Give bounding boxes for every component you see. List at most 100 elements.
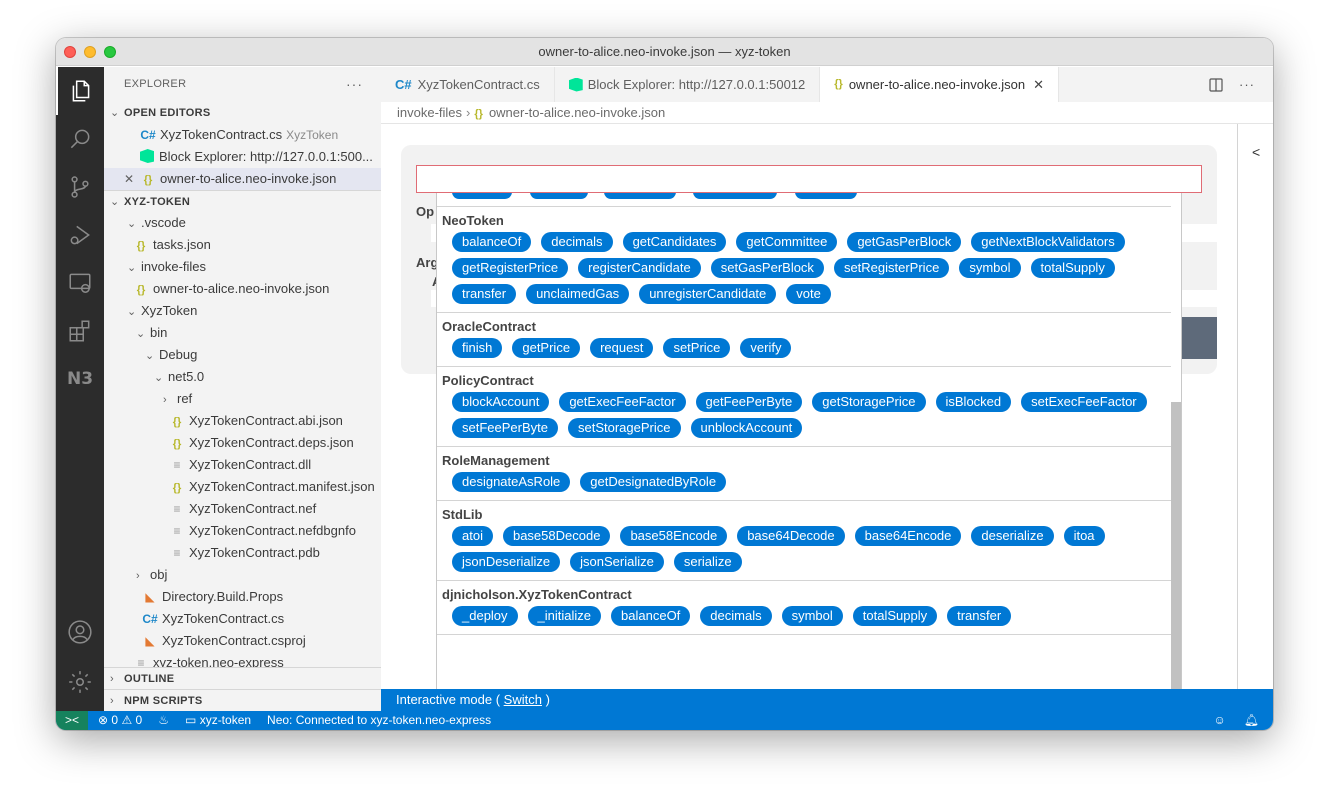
tab-owner-to-alice[interactable]: {} owner-to-alice.neo-invoke.json ✕ [820, 67, 1060, 102]
tree-folder[interactable]: ⌄ invoke-files [104, 256, 381, 278]
side-panel-toggle[interactable]: < [1237, 124, 1273, 689]
dropdown-scrollbar[interactable] [1171, 402, 1181, 689]
split-editor-icon[interactable] [1209, 77, 1223, 92]
collapse-icon[interactable]: < [1252, 144, 1260, 160]
method-pill[interactable]: getPrice [512, 338, 581, 358]
minimize-window-button[interactable] [84, 46, 96, 58]
method-pill[interactable]: _initialize [527, 606, 602, 626]
activity-run-debug[interactable] [56, 211, 104, 259]
more-actions-icon[interactable]: ··· [346, 67, 363, 102]
method-pill[interactable]: serialize [673, 552, 742, 572]
breadcrumb-file[interactable]: owner-to-alice.neo-invoke.json [489, 105, 665, 120]
method-pill[interactable]: getGasPerBlock [847, 232, 962, 252]
tree-file[interactable]: ◣ Directory.Build.Props [104, 586, 381, 608]
method-pill[interactable]: atoi [452, 526, 493, 546]
method-pill[interactable]: getNextBlockValidators [971, 232, 1125, 252]
method-pill[interactable]: isBlocked [935, 392, 1012, 412]
method-pill[interactable]: totalSupply [852, 606, 938, 626]
tree-folder[interactable]: ⌄ bin [104, 322, 381, 344]
method-pill[interactable]: setRegisterPrice [833, 258, 950, 278]
method-pill[interactable]: transfer [947, 606, 1012, 626]
close-window-button[interactable] [64, 46, 76, 58]
activity-accounts[interactable] [56, 608, 104, 656]
method-pill[interactable]: totalSupply [1030, 258, 1115, 278]
tree-folder[interactable]: › ref [104, 388, 381, 410]
method-pill[interactable]: getRegisterPrice [452, 258, 569, 278]
method-pill[interactable]: jsonSerialize [570, 552, 664, 572]
method-pill[interactable]: unblockAccount [690, 418, 803, 438]
operation-search-input[interactable] [416, 165, 1202, 193]
method-pill[interactable]: getStoragePrice [812, 392, 926, 412]
maximize-window-button[interactable] [104, 46, 116, 58]
activity-search[interactable] [56, 115, 104, 163]
activity-neo-n3[interactable]: N3 [56, 355, 104, 403]
method-pill[interactable]: unregisterCandidate [639, 284, 777, 304]
breadcrumb-folder[interactable]: invoke-files [397, 105, 462, 120]
method-pill[interactable]: getCandidates [622, 232, 727, 252]
open-editor-item[interactable]: C# XyzTokenContract.cs XyzToken [104, 124, 381, 146]
tree-file[interactable]: C# XyzTokenContract.cs [104, 608, 381, 630]
method-pill[interactable]: registerCandidate [578, 258, 701, 278]
more-actions-icon[interactable]: ··· [1239, 77, 1255, 92]
method-pill[interactable]: setFeePerByte [452, 418, 558, 438]
tree-file[interactable]: ≡ XyzTokenContract.nef [104, 498, 381, 520]
method-pill[interactable]: symbol [959, 258, 1021, 278]
activity-remote-explorer[interactable] [56, 259, 104, 307]
workspace-section[interactable]: ⌄ XYZ-TOKEN [104, 190, 381, 212]
tree-folder[interactable]: › obj [104, 564, 381, 586]
method-pill[interactable]: base58Encode [620, 526, 728, 546]
method-pill[interactable]: balanceOf [611, 606, 691, 626]
method-pill[interactable]: setGasPerBlock [710, 258, 824, 278]
method-pill[interactable]: request [590, 338, 654, 358]
close-icon[interactable]: ✕ [124, 168, 140, 190]
method-pill[interactable]: itoa [1063, 526, 1105, 546]
method-pill[interactable]: base58Decode [502, 526, 611, 546]
method-pill[interactable]: decimals [541, 232, 613, 252]
method-pill[interactable]: finish [452, 338, 503, 358]
method-pill[interactable]: symbol [781, 606, 843, 626]
method-pill[interactable]: base64Encode [854, 526, 962, 546]
method-pill[interactable]: getFeePerByte [695, 392, 803, 412]
tree-folder[interactable]: ⌄ net5.0 [104, 366, 381, 388]
tree-folder[interactable]: ⌄ Debug [104, 344, 381, 366]
npm-scripts-section[interactable]: › NPM SCRIPTS [104, 689, 381, 711]
method-pill[interactable]: setStoragePrice [568, 418, 681, 438]
method-pill[interactable]: blockAccount [452, 392, 550, 412]
flame-icon[interactable]: ♨ [158, 711, 169, 730]
tree-file[interactable]: {} XyzTokenContract.abi.json [104, 410, 381, 432]
method-pill-partial[interactable] [795, 193, 857, 199]
method-pill[interactable]: balanceOf [452, 232, 532, 252]
tree-file[interactable]: ≡ XyzTokenContract.nefdbgnfo [104, 520, 381, 542]
method-pill[interactable]: transfer [452, 284, 517, 304]
tree-file[interactable]: ◣ XyzTokenContract.csproj [104, 630, 381, 652]
tree-file[interactable]: {} XyzTokenContract.manifest.json [104, 476, 381, 498]
switch-mode-link[interactable]: Switch [504, 692, 542, 707]
method-pill[interactable]: vote [786, 284, 831, 304]
open-editors-section[interactable]: ⌄ OPEN EDITORS [104, 102, 381, 124]
remote-icon[interactable]: >< [56, 711, 88, 730]
problems-indicator[interactable]: ⊗ 0 ⚠ 0 [98, 711, 142, 730]
activity-source-control[interactable] [56, 163, 104, 211]
outline-section[interactable]: › OUTLINE [104, 667, 381, 689]
close-tab-icon[interactable]: ✕ [1033, 67, 1044, 102]
method-pill[interactable]: getExecFeeFactor [559, 392, 686, 412]
method-pill-partial[interactable] [604, 193, 676, 199]
tab-xyztokencontract-cs[interactable]: C# XyzTokenContract.cs [381, 67, 555, 102]
method-pill[interactable]: jsonDeserialize [452, 552, 561, 572]
method-pill[interactable]: getCommittee [736, 232, 838, 252]
method-pill[interactable]: deserialize [971, 526, 1054, 546]
method-pill[interactable]: _deploy [452, 606, 518, 626]
open-editor-item[interactable]: Block Explorer: http://127.0.0.1:500... [104, 146, 381, 168]
activity-extensions[interactable] [56, 307, 104, 355]
tree-folder[interactable]: ⌄ .vscode [104, 212, 381, 234]
method-pill[interactable]: setPrice [663, 338, 731, 358]
activity-manage[interactable] [56, 658, 104, 706]
method-pill[interactable]: base64Decode [737, 526, 845, 546]
tab-block-explorer[interactable]: Block Explorer: http://127.0.0.1:50012 [555, 67, 821, 102]
tree-file[interactable]: {} tasks.json [104, 234, 381, 256]
method-pill-partial[interactable] [452, 193, 512, 199]
method-pill[interactable]: designateAsRole [452, 472, 571, 492]
method-pill-partial[interactable] [530, 193, 588, 199]
method-pill[interactable]: verify [740, 338, 792, 358]
bell-icon[interactable]: 🔔︎ [1244, 711, 1259, 730]
